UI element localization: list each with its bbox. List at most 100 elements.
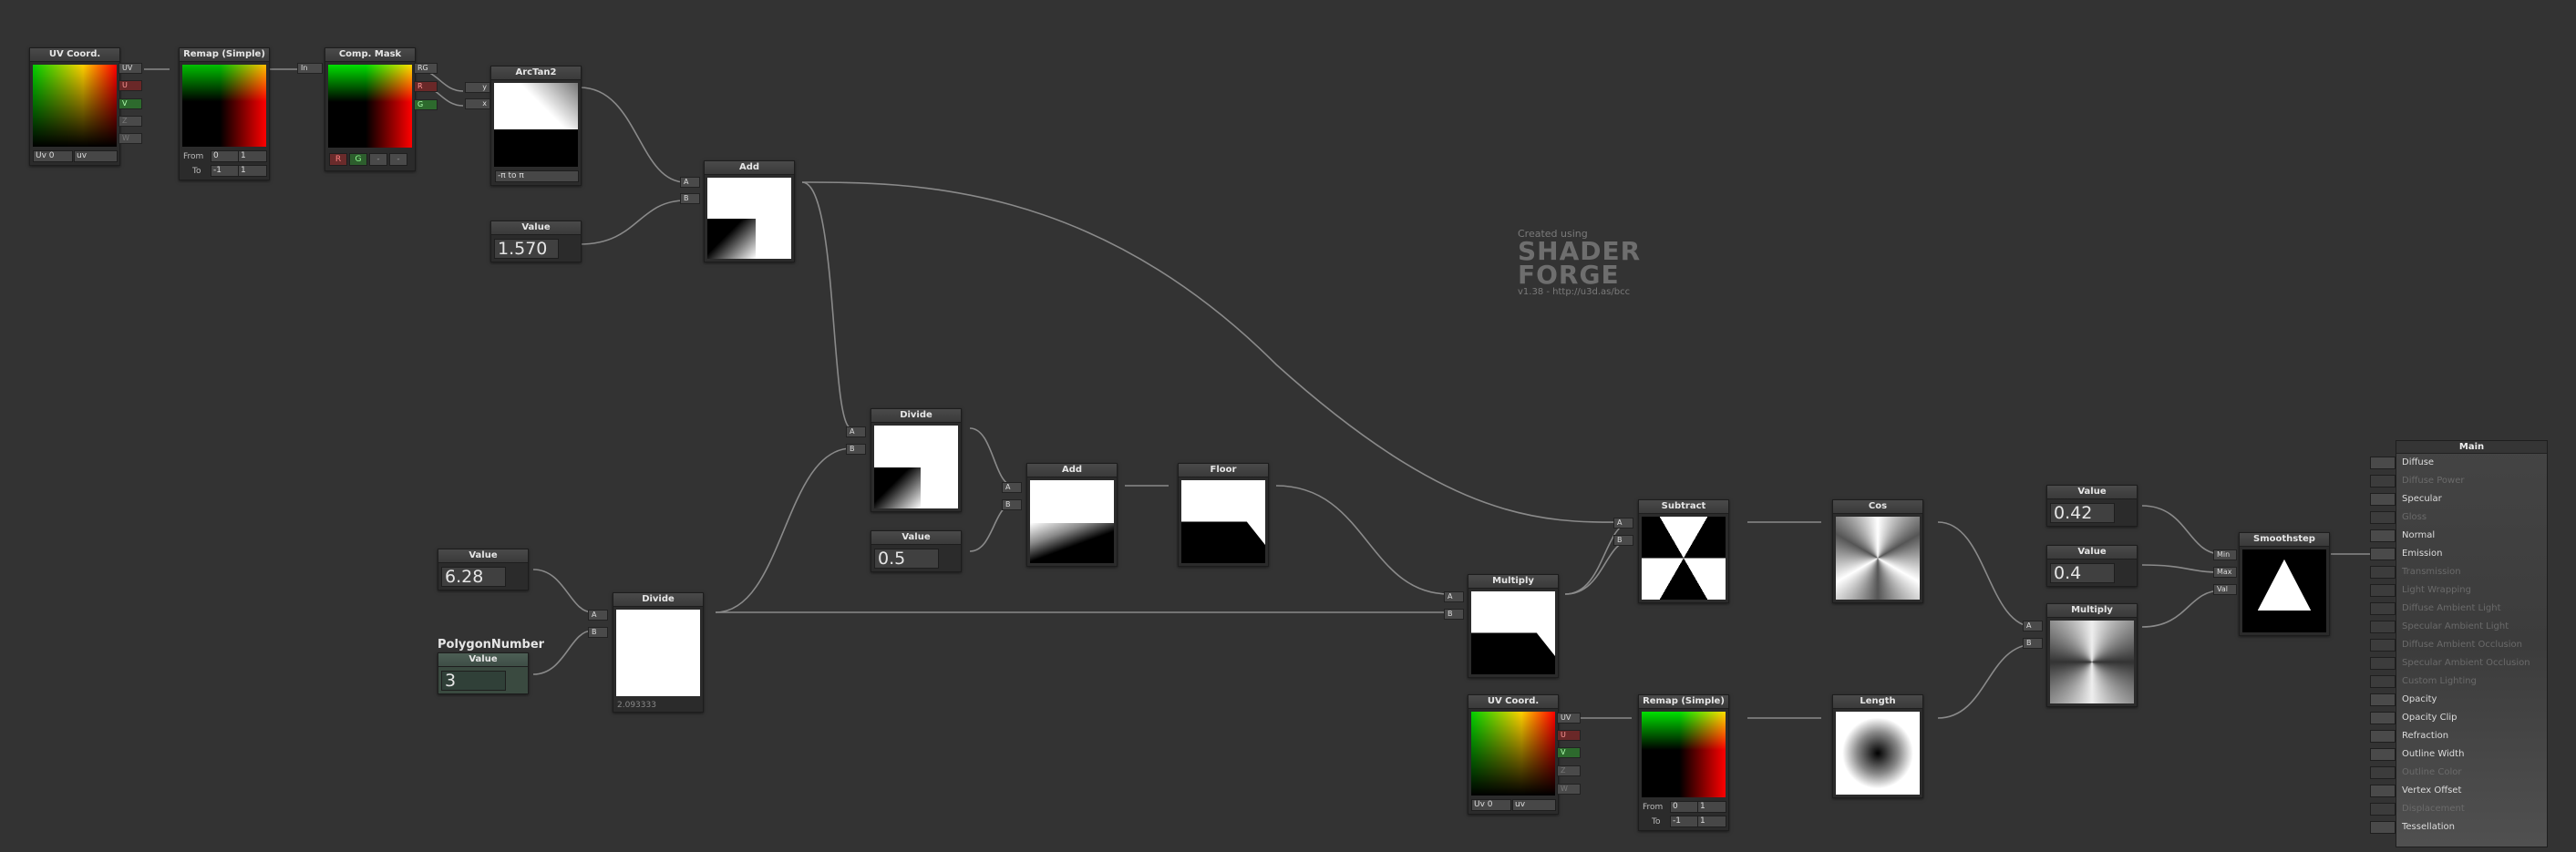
to-min-field[interactable]: -1 xyxy=(1670,816,1699,827)
main-input-item[interactable]: Gloss xyxy=(2396,508,2547,527)
range-mode-select[interactable]: -π to π xyxy=(495,170,579,182)
in-port-y[interactable]: y xyxy=(465,82,490,93)
floor-node[interactable]: Floor xyxy=(1178,463,1269,567)
main-input-port[interactable] xyxy=(2370,566,2396,579)
add-node[interactable]: Add xyxy=(1026,463,1118,567)
main-input-item[interactable]: Specular Ambient Occlusion xyxy=(2396,654,2547,672)
main-input-port[interactable] xyxy=(2370,657,2396,670)
main-input-item[interactable]: Custom Lighting xyxy=(2396,672,2547,691)
in-port-b[interactable]: B xyxy=(1444,609,1464,620)
from-min-field[interactable]: 0 xyxy=(211,150,240,162)
in-port-a[interactable]: A xyxy=(680,177,700,188)
to-min-field[interactable]: -1 xyxy=(211,165,240,177)
out-port-v[interactable]: V xyxy=(1557,747,1581,758)
main-input-port[interactable] xyxy=(2370,803,2396,816)
uv-coord-node[interactable]: UV Coord. Uv 0 uv xyxy=(1468,694,1559,815)
main-input-port[interactable] xyxy=(2370,712,2396,724)
main-input-item[interactable]: Refraction xyxy=(2396,727,2547,745)
value-node[interactable]: Value 0.42 xyxy=(2046,485,2138,527)
uv-coord-node[interactable]: UV Coord. Uv 0 uv xyxy=(29,47,120,166)
main-input-port[interactable] xyxy=(2370,766,2396,779)
main-input-port[interactable] xyxy=(2370,548,2396,560)
component-mask-node[interactable]: Comp. Mask R G - - xyxy=(325,47,416,171)
in-port-b[interactable]: B xyxy=(2023,638,2043,649)
arctan2-node[interactable]: ArcTan2 -π to π xyxy=(490,66,582,186)
main-input-port[interactable] xyxy=(2370,475,2396,488)
in-port-b[interactable]: B xyxy=(588,627,608,638)
value-field[interactable]: 0.5 xyxy=(874,549,939,569)
remap-simple-node[interactable]: Remap (Simple) From 0 1 To -1 1 xyxy=(179,47,270,180)
uv-channel-select[interactable]: Uv 0 xyxy=(33,150,73,162)
value-field[interactable]: 1.570 xyxy=(494,239,559,259)
in-port-a[interactable]: A xyxy=(2023,621,2043,631)
main-input-port[interactable] xyxy=(2370,511,2396,524)
main-input-port[interactable] xyxy=(2370,785,2396,797)
from-max-field[interactable]: 1 xyxy=(238,150,267,162)
main-input-port[interactable] xyxy=(2370,748,2396,761)
multiply-node[interactable]: Multiply xyxy=(1468,574,1559,678)
main-input-item[interactable]: Diffuse Power xyxy=(2396,472,2547,490)
value-node[interactable]: Value 0.5 xyxy=(871,530,962,572)
in-port-b[interactable]: B xyxy=(1613,535,1633,546)
out-port-w[interactable]: W xyxy=(118,133,142,144)
main-input-port[interactable] xyxy=(2370,730,2396,743)
in-port-b[interactable]: B xyxy=(1002,499,1022,510)
in-port-max[interactable]: Max xyxy=(2213,567,2237,578)
in-port-val[interactable]: Val xyxy=(2213,584,2237,595)
out-port-z[interactable]: Z xyxy=(118,116,142,127)
value-field[interactable]: 0.4 xyxy=(2050,563,2115,583)
main-input-item[interactable]: Light Wrapping xyxy=(2396,581,2547,600)
in-port-b[interactable]: B xyxy=(680,193,700,204)
mask-g-button[interactable]: G xyxy=(349,153,367,166)
main-input-item[interactable]: Outline Width xyxy=(2396,745,2547,764)
main-input-port[interactable] xyxy=(2370,821,2396,834)
main-input-port[interactable] xyxy=(2370,675,2396,688)
in-port-a[interactable]: A xyxy=(588,610,608,621)
main-input-item[interactable]: Normal xyxy=(2396,527,2547,545)
main-input-item[interactable]: Diffuse Ambient Occlusion xyxy=(2396,636,2547,654)
out-port-r[interactable]: R xyxy=(414,81,438,92)
mask-b-button[interactable]: - xyxy=(369,153,387,166)
main-input-item[interactable]: Opacity Clip xyxy=(2396,709,2547,727)
mask-r-button[interactable]: R xyxy=(329,153,347,166)
main-input-item[interactable]: Vertex Offset xyxy=(2396,782,2547,800)
main-input-item[interactable]: Opacity xyxy=(2396,691,2547,709)
main-input-item[interactable]: Specular Ambient Light xyxy=(2396,618,2547,636)
main-input-port[interactable] xyxy=(2370,639,2396,652)
to-max-field[interactable]: 1 xyxy=(238,165,267,177)
from-min-field[interactable]: 0 xyxy=(1670,801,1699,813)
main-input-item[interactable]: Displacement xyxy=(2396,800,2547,818)
in-port-b[interactable]: B xyxy=(846,444,866,455)
main-input-port[interactable] xyxy=(2370,457,2396,469)
uv-mode-select[interactable]: uv xyxy=(74,150,118,162)
main-input-port[interactable] xyxy=(2370,529,2396,542)
out-port-u[interactable]: U xyxy=(1557,730,1581,741)
from-max-field[interactable]: 1 xyxy=(1697,801,1726,813)
to-max-field[interactable]: 1 xyxy=(1697,816,1726,827)
out-port-rg[interactable]: RG xyxy=(414,63,438,74)
main-input-port[interactable] xyxy=(2370,602,2396,615)
value-node[interactable]: Value 0.4 xyxy=(2046,545,2138,587)
divide-node[interactable]: Divide xyxy=(871,408,962,512)
cos-node[interactable]: Cos xyxy=(1832,499,1923,603)
value-node[interactable]: Value 6.28 xyxy=(438,549,529,590)
in-port-x[interactable]: x xyxy=(465,98,490,109)
main-input-port[interactable] xyxy=(2370,693,2396,706)
main-input-port[interactable] xyxy=(2370,584,2396,597)
remap-simple-node[interactable]: Remap (Simple) From 0 1 To -1 1 xyxy=(1638,694,1729,831)
main-input-item[interactable]: Diffuse xyxy=(2396,454,2547,472)
mask-a-button[interactable]: - xyxy=(389,153,407,166)
multiply-node[interactable]: Multiply xyxy=(2046,603,2138,707)
in-port-a[interactable]: A xyxy=(1002,482,1022,493)
in-port-a[interactable]: A xyxy=(1613,518,1633,529)
out-port-uv[interactable]: UV xyxy=(1557,713,1581,724)
main-input-item[interactable]: Outline Color xyxy=(2396,764,2547,782)
divide-node[interactable]: Divide 2.093333 xyxy=(613,592,704,713)
polygon-number-value-node[interactable]: Value 3 xyxy=(438,652,529,694)
main-input-port[interactable] xyxy=(2370,621,2396,633)
value-node[interactable]: Value 1.570 xyxy=(490,221,582,262)
out-port-z[interactable]: Z xyxy=(1557,765,1581,776)
main-input-item[interactable]: Specular xyxy=(2396,490,2547,508)
out-port-g[interactable]: G xyxy=(414,99,438,110)
out-port-v[interactable]: V xyxy=(118,98,142,109)
